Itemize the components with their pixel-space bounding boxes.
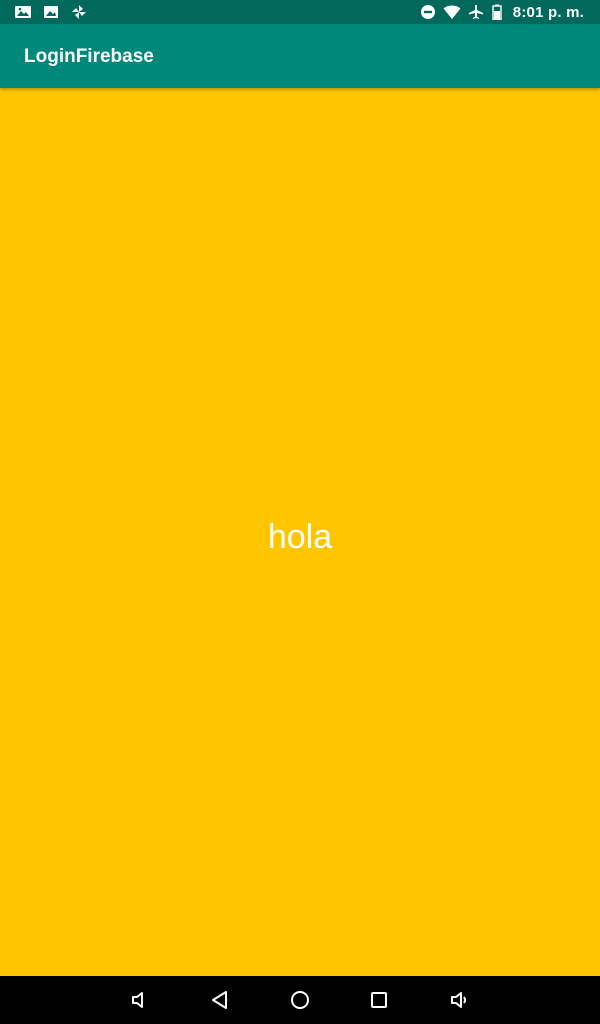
gallery-notification-icon: [42, 4, 60, 20]
home-icon[interactable]: [288, 988, 312, 1012]
main-content: hola: [0, 88, 600, 976]
status-bar: 8:01 p. m.: [0, 0, 600, 24]
greeting-text: hola: [267, 518, 333, 556]
photo-notification-icon: [14, 4, 32, 20]
do-not-disturb-icon: [419, 4, 437, 20]
app-bar: LoginFirebase: [0, 24, 600, 88]
wifi-icon: [443, 4, 461, 20]
app-title: LoginFirebase: [24, 46, 154, 67]
status-time: 8:01 p. m.: [512, 3, 584, 21]
airplane-mode-icon: [467, 4, 485, 20]
back-icon[interactable]: [208, 988, 232, 1012]
status-system-icons: 8:01 p. m.: [419, 2, 584, 22]
recents-icon[interactable]: [367, 988, 391, 1012]
battery-icon: [491, 4, 503, 20]
navigation-bar: [0, 976, 600, 1024]
volume-down-icon[interactable]: [128, 988, 152, 1012]
status-notifications: [14, 4, 88, 20]
volume-up-icon[interactable]: [448, 988, 472, 1012]
pinwheel-notification-icon: [70, 4, 88, 20]
